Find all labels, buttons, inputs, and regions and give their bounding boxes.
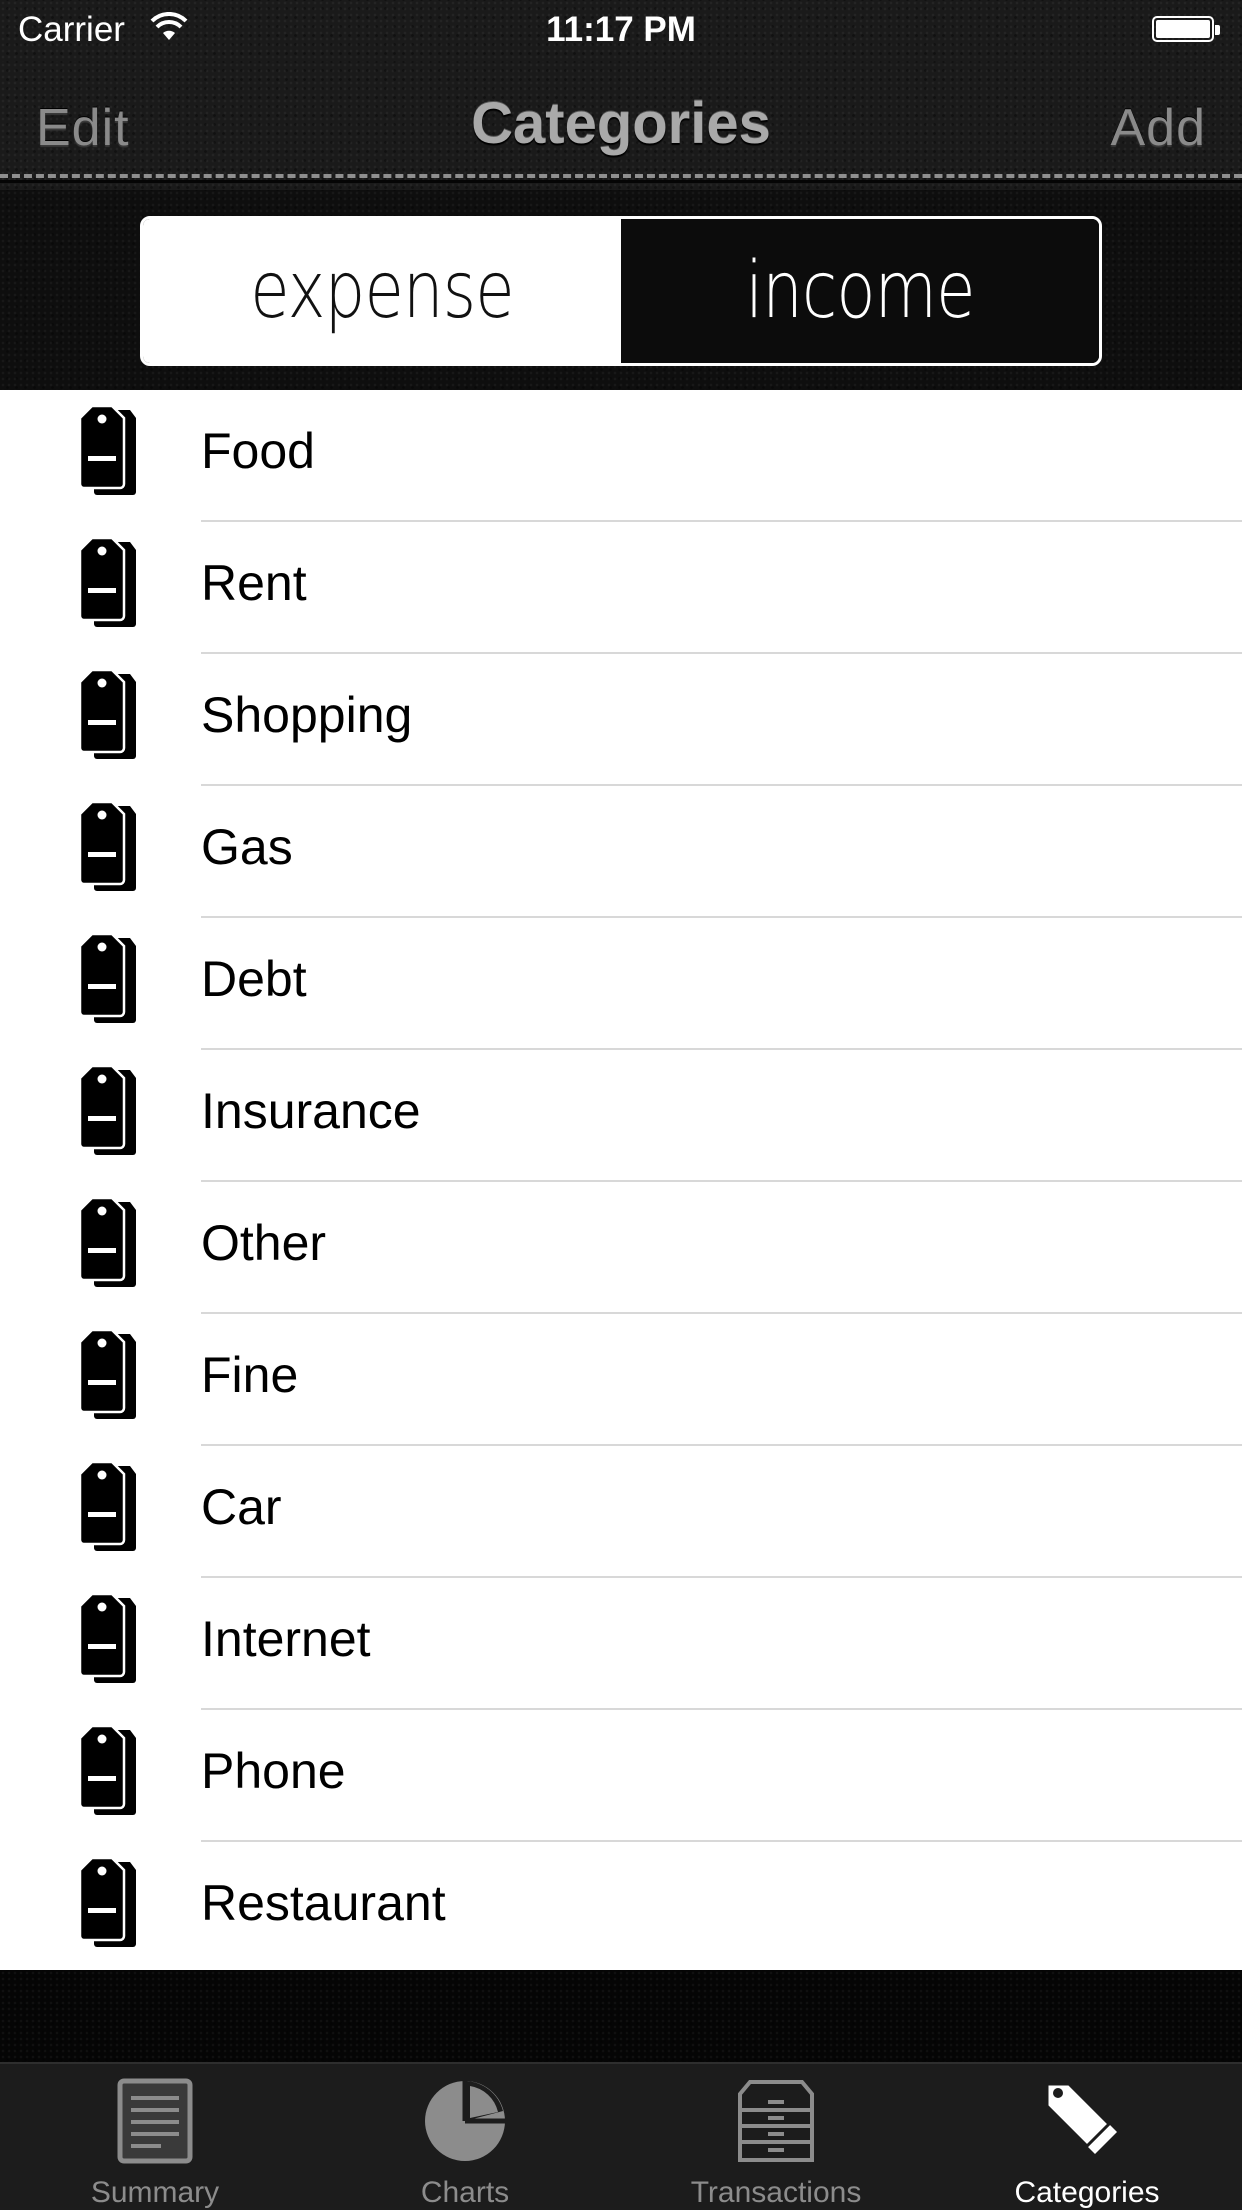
tab-transactions-label: Transactions <box>690 2176 862 2209</box>
segment-area: expense income <box>0 190 1242 390</box>
category-label: Car <box>201 1479 282 1535</box>
list-item[interactable]: Fine <box>0 1314 1242 1446</box>
price-tag-icon <box>78 1064 138 1156</box>
category-label: Gas <box>201 819 293 875</box>
tab-transactions[interactable]: Transactions <box>621 2064 931 2210</box>
category-label: Rent <box>201 555 307 611</box>
category-label: Fine <box>201 1347 299 1403</box>
segment-income-label: income <box>745 246 975 336</box>
list-item[interactable]: Other <box>0 1182 1242 1314</box>
status-bar: Carrier 11:17 PM <box>0 0 1242 62</box>
list-item[interactable]: Rent <box>0 522 1242 654</box>
tab-bar: Summary Charts Transactions Categories <box>0 2062 1242 2210</box>
list-item[interactable]: Restaurant <box>0 1842 1242 1970</box>
category-label: Debt <box>201 951 307 1007</box>
list-item[interactable]: Food <box>0 390 1242 522</box>
tab-summary-label: Summary <box>90 2176 220 2209</box>
category-label: Insurance <box>201 1083 421 1139</box>
bottom-leather-strip <box>0 1970 1242 2062</box>
list-item[interactable]: Internet <box>0 1578 1242 1710</box>
price-tag-icon <box>78 536 138 628</box>
price-tag-icon <box>78 404 138 496</box>
segment-expense[interactable]: expense <box>143 219 621 363</box>
type-segmented-control: expense income <box>140 216 1102 366</box>
tab-charts-label: Charts <box>420 2176 510 2209</box>
list-item[interactable]: Debt <box>0 918 1242 1050</box>
tab-summary[interactable]: Summary <box>0 2064 310 2210</box>
category-list: Food Rent Shopping Gas Debt Insurance Ot… <box>0 390 1242 1970</box>
navigation-bar: Edit Categories Add <box>0 62 1242 190</box>
add-button[interactable]: Add <box>1110 98 1206 158</box>
tab-categories[interactable]: Categories <box>932 2064 1242 2210</box>
price-tag-icon <box>78 932 138 1024</box>
price-tag-icon <box>78 668 138 760</box>
segment-income[interactable]: income <box>621 219 1099 363</box>
price-tag-icon <box>78 1856 138 1948</box>
price-tag-icon <box>78 1328 138 1420</box>
battery-full-icon <box>1152 16 1220 42</box>
price-tag-icon <box>78 800 138 892</box>
list-item[interactable]: Phone <box>0 1710 1242 1842</box>
category-label: Phone <box>201 1743 346 1799</box>
stitch-shadow <box>0 180 1242 183</box>
tags-icon <box>1045 2082 1117 2154</box>
category-label: Food <box>201 423 315 479</box>
drawer-cabinet-icon <box>738 2080 814 2162</box>
document-icon <box>117 2078 193 2164</box>
price-tag-icon <box>78 1592 138 1684</box>
category-label: Shopping <box>201 687 413 743</box>
list-item[interactable]: Shopping <box>0 654 1242 786</box>
price-tag-icon <box>78 1196 138 1288</box>
tab-categories-label: Categories <box>1014 2176 1160 2209</box>
page-title: Categories <box>471 91 771 156</box>
list-item[interactable]: Car <box>0 1446 1242 1578</box>
pie-chart-icon <box>425 2081 505 2161</box>
stitch-divider <box>0 174 1242 178</box>
category-label: Restaurant <box>201 1875 446 1931</box>
list-item[interactable]: Insurance <box>0 1050 1242 1182</box>
list-item[interactable]: Gas <box>0 786 1242 918</box>
segment-expense-label: expense <box>250 246 514 336</box>
price-tag-icon <box>78 1724 138 1816</box>
tab-charts[interactable]: Charts <box>310 2064 620 2210</box>
category-label: Other <box>201 1215 327 1271</box>
clock: 11:17 PM <box>546 10 696 49</box>
category-label: Internet <box>201 1611 371 1667</box>
price-tag-icon <box>78 1460 138 1552</box>
